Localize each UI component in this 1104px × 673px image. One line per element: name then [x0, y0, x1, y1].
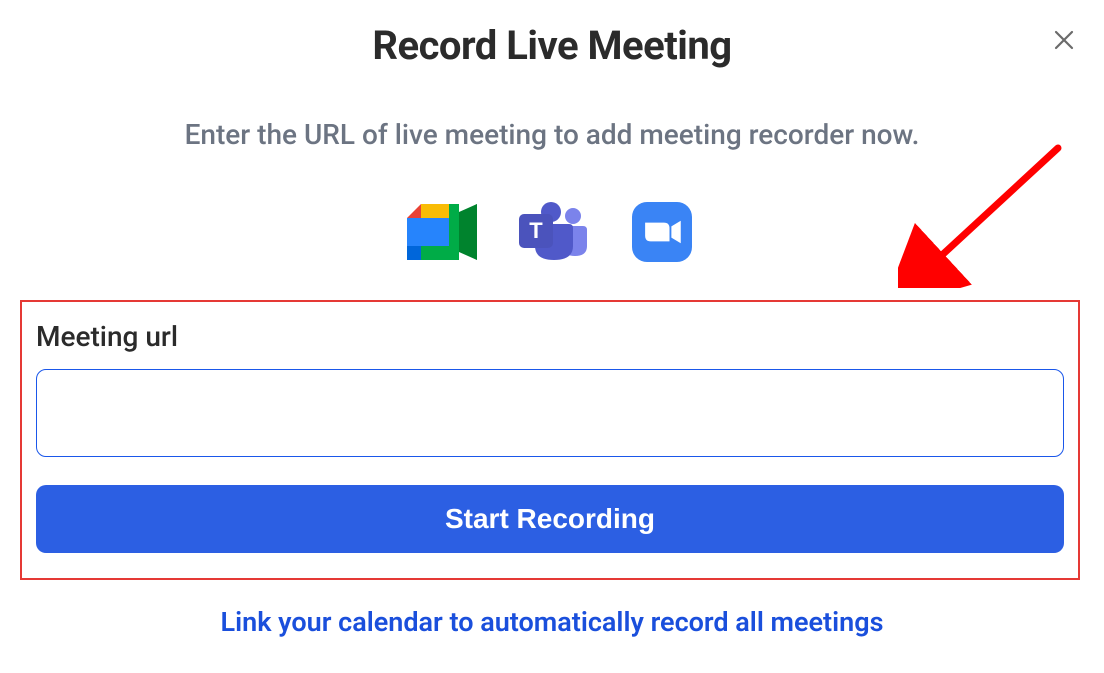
meeting-url-label: Meeting url: [36, 320, 1064, 353]
google-meet-icon: [407, 202, 477, 262]
provider-icons-row: T: [0, 196, 1104, 268]
microsoft-teams-icon: T: [517, 202, 587, 262]
dialog-subtitle: Enter the URL of live meeting to add mee…: [0, 118, 1104, 151]
meeting-url-form: Meeting url Start Recording: [20, 300, 1080, 580]
meeting-url-input[interactable]: [36, 369, 1064, 457]
link-calendar-link[interactable]: Link your calendar to automatically reco…: [0, 606, 1104, 638]
dialog-title: Record Live Meeting: [0, 22, 1104, 69]
svg-text:T: T: [529, 218, 543, 243]
start-recording-button[interactable]: Start Recording: [36, 485, 1064, 553]
zoom-icon: [627, 202, 697, 262]
